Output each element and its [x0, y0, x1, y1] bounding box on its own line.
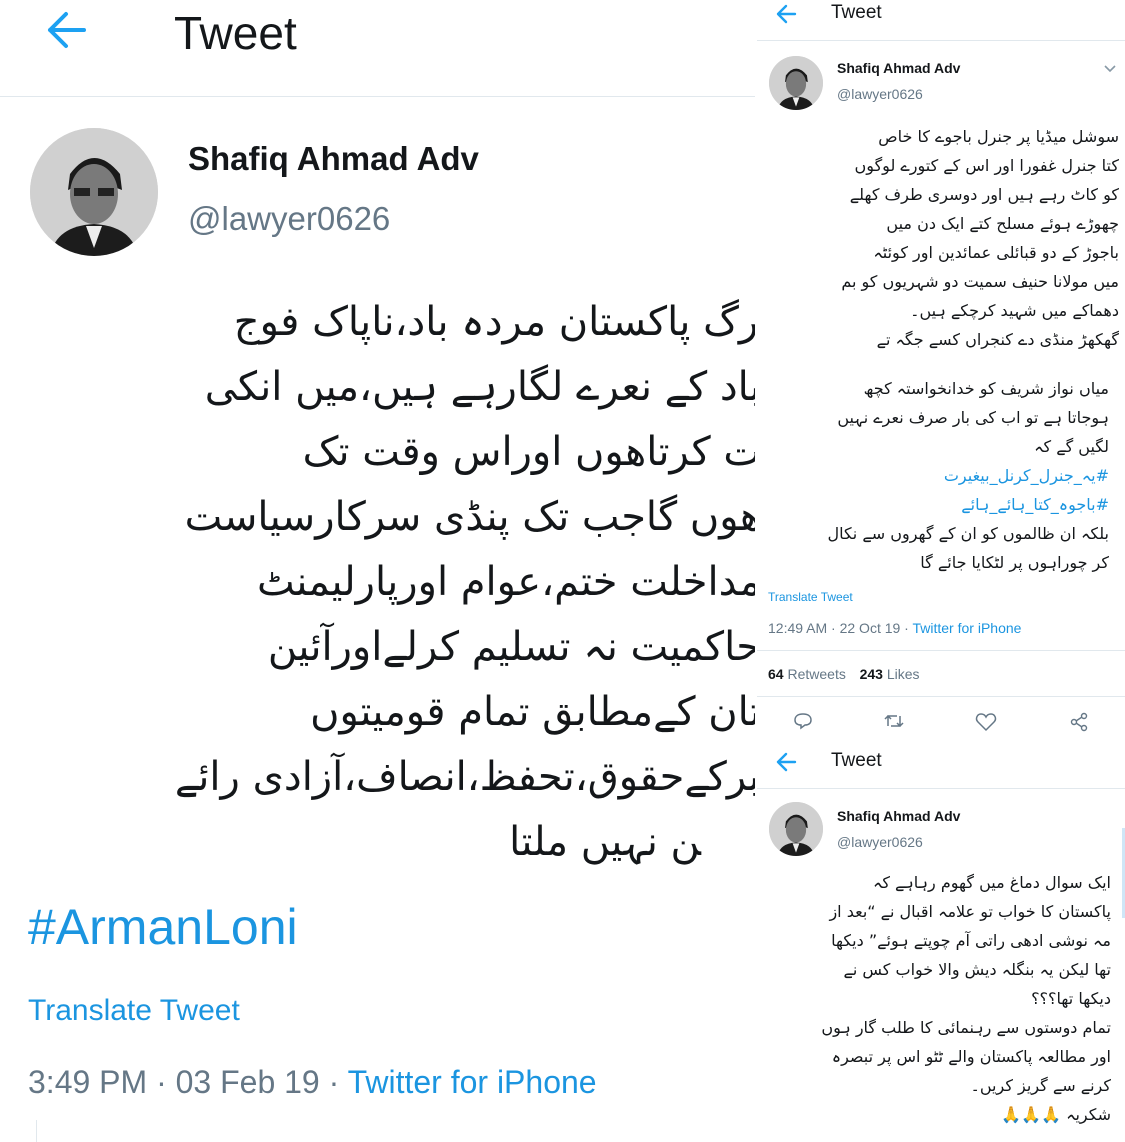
tweet-line: ایک سوال دماغ میں گھوم رہاہے کہ: [872, 873, 1111, 892]
page-title: Tweet: [174, 7, 297, 59]
bottom-divider: [36, 1120, 37, 1142]
tweet-line: تمام دوستوں سے رہنمائی کا طلب گار ہوں: [821, 1018, 1111, 1037]
tweet-panel-middle: میاں نواز شریف کو خدانخواستہ کچھ ہوجاتا …: [757, 372, 1125, 744]
tweet-line: دیکھا تھا؟؟؟: [1031, 989, 1111, 1008]
chevron-down-icon[interactable]: [1103, 64, 1117, 74]
tweet-line: لگیں گے کہ: [1034, 437, 1109, 456]
translate-tweet-link[interactable]: Translate Tweet: [28, 994, 240, 1028]
avatar-photo: [30, 128, 158, 256]
tweet-source-link[interactable]: Twitter for iPhone: [348, 1064, 597, 1100]
author-handle[interactable]: @lawyer0626: [837, 834, 923, 850]
tweet-line: ﺮگ پاکستان مردہ باد،ناپاک فوج: [233, 299, 755, 345]
divider: [757, 696, 1125, 697]
tweet-line: کو کاٹ رہے ہیں اور دوسری طرف کھلے: [849, 185, 1119, 204]
retweet-icon[interactable]: [883, 712, 905, 730]
tweet-line: سوشل میڈیا پر جنرل باجوے کا خاص: [878, 127, 1119, 146]
author-name[interactable]: Shafiq Ahmad Adv: [837, 60, 960, 76]
tweet-line: اور مطالعہ پاکستان والے ٹٹو اس پر تبصرہ: [831, 1047, 1111, 1066]
page-title: Tweet: [831, 750, 882, 771]
tweet-timestamp: 3:49 PM · 03 Feb 19 ·: [28, 1064, 348, 1100]
tweet-line: تھا لیکن یہ بنگلہ دیش والا خواب کس نے: [843, 960, 1111, 979]
back-arrow-icon[interactable]: [44, 10, 88, 50]
tweet-line: گھکھڑ منڈی دے کنجراں کسے جگہ تے: [876, 330, 1119, 349]
avatar[interactable]: [30, 128, 158, 256]
tweet-stats: 64 Retweets 243 Likes: [768, 666, 920, 682]
tweet-body: میاں نواز شریف کو خدانخواستہ کچھ ہوجاتا …: [759, 374, 1109, 577]
tweet-meta: 3:49 PM · 03 Feb 19 · Twitter for iPhone: [28, 1064, 597, 1101]
tweet-line: دھماکے میں شہید کرچکے ہیں۔: [910, 301, 1119, 320]
share-icon[interactable]: [1069, 712, 1089, 732]
tweet-line: میں مولانا حنیف سمیت دو شہریوں کو بم: [841, 272, 1119, 291]
back-arrow-icon[interactable]: [775, 4, 797, 24]
author-handle[interactable]: @lawyer0626: [837, 86, 923, 102]
tweet-header-bar: Tweet: [757, 748, 1125, 789]
tweet-line: ت کرتاھوں اوراس وقت تک: [302, 429, 755, 475]
tweet-line: ﺒﺮکےحقوق،تحفظ،انصاف،آزادی رائے: [174, 754, 755, 800]
reply-icon[interactable]: [793, 712, 813, 730]
tweet-line: شکریہ 🙏🙏🙏: [1001, 1105, 1111, 1124]
tweet-panel-top: Tweet Shafiq Ahmad Adv @lawyer0626 سوشل …: [757, 0, 1125, 366]
tweet-line: باد کے نعرے لگارہے ہیں،میں انکی: [204, 364, 755, 410]
tweet-line: ھوں گاجب تک پنڈی سرکارسیاست: [184, 494, 755, 540]
avatar-photo: [769, 802, 823, 856]
translate-tweet-link[interactable]: Translate Tweet: [768, 590, 853, 604]
tweet-source-link[interactable]: Twitter for iPhone: [912, 620, 1021, 636]
divider: [757, 650, 1125, 651]
tweet-body: سوشل میڈیا پر جنرل باجوے کا خاص کتا جنرل…: [759, 122, 1119, 354]
page-title: Tweet: [831, 2, 882, 23]
tweet-header-bar: Tweet: [757, 0, 1125, 41]
likes-label[interactable]: Likes: [887, 666, 920, 682]
likes-count[interactable]: 243: [860, 666, 883, 682]
tweet-line: چھوڑے ہوئے مسلح کتے ایک دن میں: [886, 214, 1119, 233]
tweet-body: ایک سوال دماغ میں گھوم رہاہے کہ پاکستان …: [759, 868, 1111, 1129]
tweet-meta: 12:49 AM · 22 Oct 19 · Twitter for iPhon…: [768, 620, 1021, 636]
avatar-photo: [769, 56, 823, 110]
like-heart-icon[interactable]: [975, 712, 997, 732]
tweet-header-bar: Tweet: [0, 0, 755, 97]
tweet-line: کتا جنرل غفورا اور اس کے کتورے لوگوں: [854, 156, 1119, 175]
tweet-line: کر چوراہوں پر لٹکایا جائے گا: [920, 553, 1109, 572]
tweet-timestamp: 12:49 AM · 22 Oct 19 ·: [768, 620, 913, 636]
retweets-label[interactable]: Retweets: [787, 666, 845, 682]
tweet-line: مہ نوشی ادھی راتی آم چوپتے ہوئے” دیکھا: [831, 931, 1111, 950]
author-handle[interactable]: @lawyer0626: [188, 200, 390, 238]
tweet-body: ﺮگ پاکستان مردہ باد،ناپاک فوج باد کے نعر…: [1, 290, 755, 875]
avatar[interactable]: [769, 56, 823, 110]
tweet-line: تان کےمطابق تمام قومیتوں: [310, 689, 755, 735]
tweet-line: میاں نواز شریف کو خدانخواستہ کچھ: [863, 379, 1109, 398]
tweet-line: مداخلت ختم،عوام اورپارلیمنٹ: [256, 559, 755, 605]
tweet-line: باجوڑ کے دو قبائلی عمائدین اور کوئٹہ: [873, 243, 1119, 262]
tweet-line: ہوجاتا ہے تو اب کی بار صرف نعرے نہیں: [837, 408, 1109, 427]
hashtag-link[interactable]: #ArmanLoni: [28, 898, 298, 956]
author-name[interactable]: Shafiq Ahmad Adv: [188, 140, 479, 178]
hashtag-link[interactable]: #یہ_جنرل_کرنل_بیغیرت: [759, 461, 1109, 490]
tweet-line: ﻦ نہیں ملتا: [509, 819, 701, 865]
main-tweet-panel: Tweet Shafiq Ahmad Adv @lawyer0626 ﺮگ پا…: [0, 0, 755, 1142]
author-name[interactable]: Shafiq Ahmad Adv: [837, 808, 960, 824]
retweets-count[interactable]: 64: [768, 666, 784, 682]
tweet-line: حاکمیت نہ تسلیم کرلےاورآئین: [267, 624, 755, 670]
avatar[interactable]: [769, 802, 823, 856]
tweet-line: کرنے سے گریز کریں۔: [970, 1076, 1112, 1095]
tweet-line: بلکہ ان ظالموں کو ان کے گھروں سے نکال: [827, 524, 1109, 543]
tweet-line: پاکستان کا خواب تو علامہ اقبال نے “بعد ا…: [829, 902, 1111, 921]
tweet-panel-bottom: Tweet Shafiq Ahmad Adv @lawyer0626 ایک س…: [757, 748, 1125, 1142]
hashtag-link[interactable]: #باجوہ_کتا_ہائے_ہائے: [759, 490, 1109, 519]
back-arrow-icon[interactable]: [775, 752, 797, 772]
